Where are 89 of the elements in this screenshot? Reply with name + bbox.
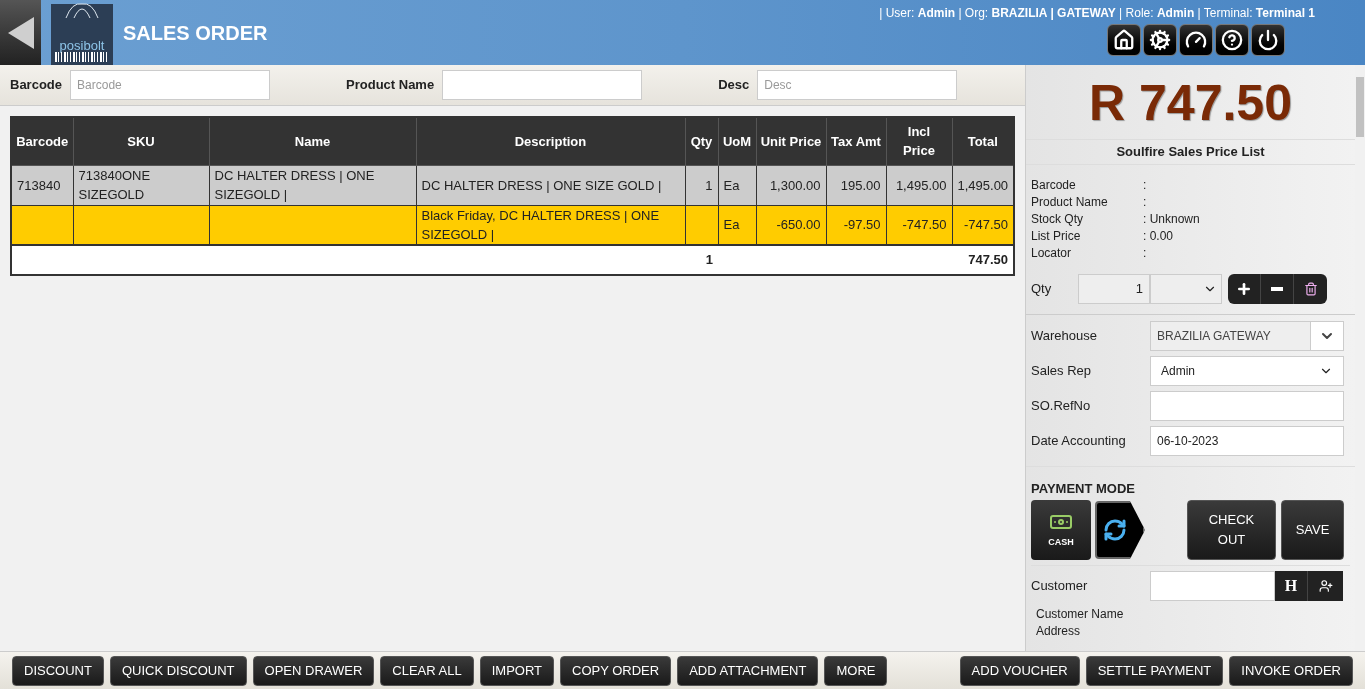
- info-label: List Price: [1031, 227, 1082, 245]
- text-field[interactable]: [1150, 390, 1344, 421]
- field-label: Sales Rep: [1031, 361, 1092, 380]
- table-cell: 1,300.00: [756, 165, 826, 205]
- action-button[interactable]: QUICK DISCOUNT: [109, 655, 247, 686]
- table-cell: 195.00: [826, 165, 886, 205]
- total-amount: 747.50: [952, 245, 1014, 275]
- page-title: SALES ORDER: [123, 20, 268, 46]
- search-field[interactable]: Desc: [757, 70, 958, 100]
- info-label: Product Name: [1031, 193, 1109, 211]
- info-value: : 0.00: [1143, 227, 1174, 245]
- field-label: SO.RefNo: [1031, 396, 1092, 415]
- select-value: BRAZILIA GATEWAY: [1156, 327, 1272, 345]
- column-header: Description: [416, 117, 685, 165]
- action-button[interactable]: ADD VOUCHER: [959, 655, 1080, 686]
- switch-payment-button[interactable]: [1095, 501, 1145, 559]
- price-list-name: Soulfire Sales Price List: [1026, 139, 1355, 162]
- column-header: Unit Price: [756, 117, 826, 165]
- refresh-icon: [1103, 518, 1127, 542]
- customer-detail: Customer Name: [1036, 606, 1125, 623]
- table-cell: 1,495.00: [886, 165, 952, 205]
- action-button[interactable]: MORE: [824, 655, 888, 686]
- qty-field[interactable]: 1: [1078, 273, 1150, 304]
- column-header: Name: [209, 117, 416, 165]
- info-value: :: [1143, 244, 1147, 262]
- search-field[interactable]: Barcode: [70, 70, 271, 100]
- chevron-down-icon: [1310, 321, 1343, 350]
- power-icon[interactable]: [1251, 24, 1285, 56]
- table-cell: 713840ONE SIZEGOLD: [73, 165, 209, 205]
- total-price: R 747.50: [1088, 74, 1293, 133]
- cash-button[interactable]: CASH: [1031, 500, 1091, 560]
- action-button[interactable]: CLEAR ALL: [380, 655, 474, 686]
- add-user-button[interactable]: [1308, 571, 1343, 601]
- info-value: :: [1143, 193, 1147, 211]
- select-value: Admin: [1161, 362, 1195, 380]
- field-label: Desc: [718, 76, 750, 95]
- column-header: SKU: [73, 117, 209, 165]
- gauge-icon[interactable]: [1179, 24, 1213, 56]
- customer-detail: Address: [1036, 623, 1082, 640]
- column-header: Incl Price: [886, 117, 952, 165]
- action-button[interactable]: OPEN DRAWER: [252, 655, 375, 686]
- action-button[interactable]: INVOKE ORDER: [1229, 655, 1353, 686]
- column-header: Qty: [685, 117, 718, 165]
- plus-icon: [1236, 280, 1252, 297]
- back-button[interactable]: [0, 0, 41, 65]
- logo-text: posibolt: [59, 39, 105, 52]
- table-cell: DC HALTER DRESS | ONE SIZEGOLD |: [209, 165, 416, 205]
- info-label: Stock Qty: [1031, 210, 1084, 228]
- field-label: Date Accounting: [1031, 431, 1127, 450]
- minus-icon: [1271, 286, 1283, 291]
- action-button[interactable]: SETTLE PAYMENT: [1085, 655, 1224, 686]
- info-label: Locator: [1031, 244, 1073, 262]
- info-value: : Unknown: [1143, 210, 1200, 228]
- total-qty: 1: [685, 245, 718, 275]
- warehouse-select[interactable]: BRAZILIA GATEWAY: [1150, 320, 1344, 351]
- section-title: PAYMENT MODE: [1031, 479, 1136, 498]
- info-value: :: [1143, 176, 1147, 194]
- table-cell: Ea: [718, 165, 756, 205]
- text-field[interactable]: 06-10-2023: [1150, 425, 1344, 456]
- action-button[interactable]: ADD ATTACHMENT: [677, 655, 819, 686]
- field-label: Warehouse: [1031, 326, 1098, 345]
- qty-label: Qty: [1031, 279, 1053, 298]
- session-info: | User: Admin | Org: BRAZILIA | GATEWAY | Role: Admin | Terminal: Terminal 1: [879, 5, 1315, 22]
- search-field[interactable]: [442, 70, 643, 100]
- add-user-icon: [1318, 579, 1333, 593]
- action-button[interactable]: SAVE: [1281, 500, 1344, 560]
- action-button[interactable]: COPY ORDER: [560, 655, 672, 686]
- lookup-button[interactable]: H: [1275, 571, 1308, 601]
- table-cell: 1: [685, 165, 718, 205]
- field-label: Barcode: [10, 76, 63, 95]
- column-header: UoM: [718, 117, 756, 165]
- table-cell: 713840: [11, 165, 73, 205]
- customer-field[interactable]: [1150, 571, 1275, 601]
- table-cell: DC HALTER DRESS | ONE SIZE GOLD |: [416, 165, 685, 205]
- column-header: Tax Amt: [826, 117, 886, 165]
- action-button[interactable]: DISCOUNT: [12, 655, 104, 686]
- sales-rep-select[interactable]: Admin: [1150, 355, 1344, 386]
- bag-handle-icon: [64, 2, 100, 18]
- trash-icon: [1303, 281, 1318, 296]
- field-label: Customer: [1031, 577, 1089, 596]
- action-button[interactable]: IMPORT: [479, 655, 554, 686]
- action-button[interactable]: CHECK OUT: [1187, 500, 1276, 560]
- help-icon[interactable]: [1215, 24, 1249, 56]
- settings-icon[interactable]: [1143, 24, 1177, 56]
- home-icon[interactable]: [1107, 24, 1141, 56]
- info-label: Barcode: [1031, 176, 1077, 194]
- field-label: Product Name: [346, 76, 435, 95]
- barcode-icon: [54, 52, 110, 62]
- column-header: Barcode: [11, 117, 73, 165]
